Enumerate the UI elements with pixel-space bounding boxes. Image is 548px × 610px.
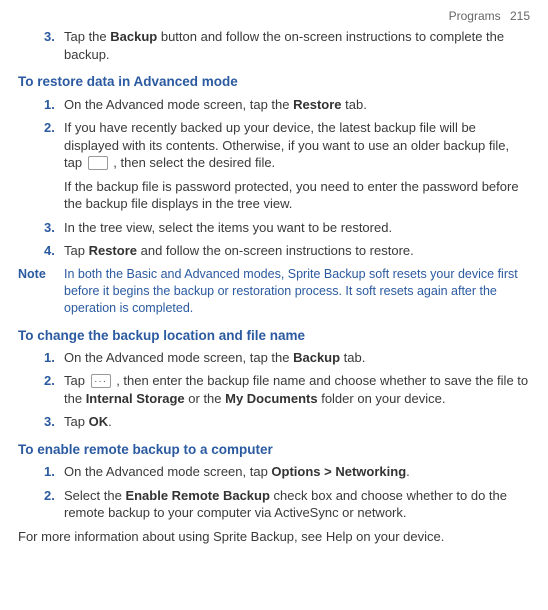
header-page: 215 (510, 9, 530, 23)
list-item: 2. If you have recently backed up your d… (44, 119, 530, 213)
list-item: 2. Tap , then enter the backup file name… (44, 372, 530, 407)
header-section: Programs (449, 9, 501, 23)
closing-paragraph: For more information about using Sprite … (18, 528, 530, 546)
heading-restore: To restore data in Advanced mode (18, 73, 530, 91)
step-text: On the Advanced mode screen, tap Options… (64, 464, 410, 479)
change-steps: 1. On the Advanced mode screen, tap the … (44, 349, 530, 431)
step-subtext: If the backup file is password protected… (64, 178, 530, 213)
step-marker: 3. (44, 28, 55, 46)
step-marker: 3. (44, 413, 62, 431)
step-marker: 1. (44, 349, 62, 367)
step-text: Tap Restore and follow the on-screen ins… (64, 243, 414, 258)
more-options-icon (91, 374, 111, 388)
step-marker: 1. (44, 96, 62, 114)
list-item: 3. Tap OK. (44, 413, 530, 431)
list-item: 3. In the tree view, select the items yo… (44, 219, 530, 237)
step-marker: 3. (44, 219, 62, 237)
step-marker: 2. (44, 372, 62, 390)
continued-step-list: 3. Tap the Backup button and follow the … (44, 28, 530, 63)
list-item: 2. Select the Enable Remote Backup check… (44, 487, 530, 522)
step-text: Tap OK. (64, 414, 112, 429)
step-text: Select the Enable Remote Backup check bo… (64, 488, 507, 521)
step-text: Tap the Backup button and follow the on-… (64, 29, 504, 62)
restore-steps: 1. On the Advanced mode screen, tap the … (44, 96, 530, 260)
list-item: 4. Tap Restore and follow the on-screen … (44, 242, 530, 260)
step-text: If you have recently backed up your devi… (64, 120, 509, 170)
step-marker: 2. (44, 119, 62, 137)
heading-change: To change the backup location and file n… (18, 327, 530, 345)
list-item: 1. On the Advanced mode screen, tap the … (44, 349, 530, 367)
step-text: On the Advanced mode screen, tap the Res… (64, 97, 367, 112)
list-item: 1. On the Advanced mode screen, tap Opti… (44, 463, 530, 481)
remote-steps: 1. On the Advanced mode screen, tap Opti… (44, 463, 530, 522)
step-marker: 1. (44, 463, 62, 481)
note-block: Note In both the Basic and Advanced mode… (18, 266, 530, 317)
note-body: In both the Basic and Advanced modes, Sp… (64, 266, 530, 317)
list-item: 1. On the Advanced mode screen, tap the … (44, 96, 530, 114)
step-text: On the Advanced mode screen, tap the Bac… (64, 350, 365, 365)
file-picker-icon (88, 156, 108, 170)
step-marker: 2. (44, 487, 62, 505)
step-text: In the tree view, select the items you w… (64, 220, 392, 235)
step-marker: 4. (44, 242, 62, 260)
step-text: Tap , then enter the backup file name an… (64, 373, 528, 406)
heading-remote: To enable remote backup to a computer (18, 441, 530, 459)
list-item: 3. Tap the Backup button and follow the … (44, 28, 530, 63)
note-label: Note (18, 266, 64, 317)
page-header: Programs 215 (18, 8, 530, 24)
